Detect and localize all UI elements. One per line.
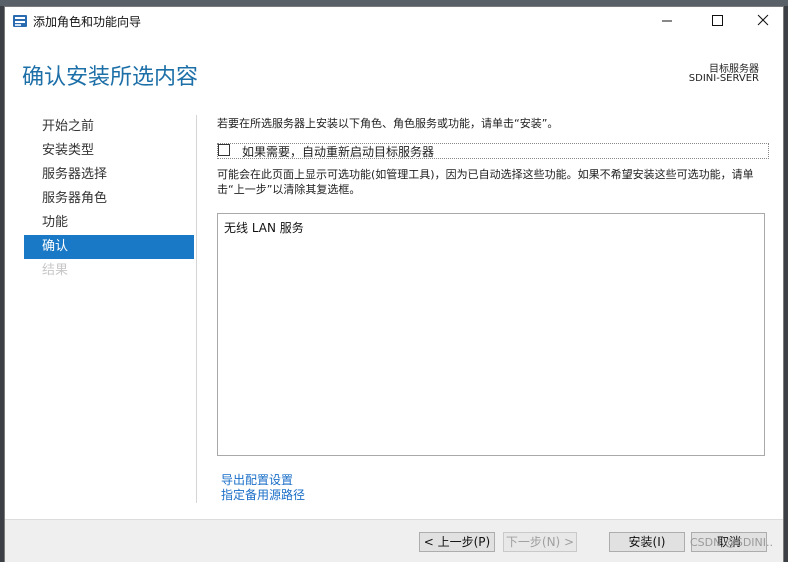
wizard-window: 添加角色和功能向导 确认安装所选内容 目标服务器 SDINI-SERVER 开始… [4,6,784,562]
install-button[interactable]: 安装(I) [609,532,685,552]
maximize-icon[interactable] [695,7,739,35]
selected-features-list[interactable]: 无线 LAN 服务 [217,213,765,456]
wizard-header: 确认安装所选内容 目标服务器 SDINI-SERVER [5,35,783,103]
list-item: 无线 LAN 服务 [224,221,304,235]
background-desktop-right [784,6,788,562]
alternate-source-link[interactable]: 指定备用源路径 [221,486,305,503]
wizard-nav: 开始之前 安装类型 服务器选择 服务器角色 功能 确认 结果 [24,115,194,283]
minimize-icon[interactable] [645,7,689,35]
nav-item-before-you-begin[interactable]: 开始之前 [24,115,194,139]
restart-checkbox[interactable] [218,144,230,156]
nav-item-server-selection[interactable]: 服务器选择 [24,163,194,187]
csdn-watermark: CSDN @SDINI.. [690,536,774,549]
nav-item-confirmation[interactable]: 确认 [24,235,194,259]
restart-checkbox-label[interactable]: 如果需要，自动重新启动目标服务器 [242,143,434,160]
nav-item-installation-type[interactable]: 安装类型 [24,139,194,163]
close-icon[interactable] [741,7,785,35]
nav-divider [196,115,197,503]
nav-item-results: 结果 [42,263,69,278]
target-server-name: SDINI-SERVER [688,73,759,84]
nav-item-features[interactable]: 功能 [24,211,194,235]
server-manager-icon [13,15,27,27]
next-button: 下一步(N) > [503,532,577,552]
previous-button[interactable]: < 上一步(P) [419,532,495,552]
restart-option-row[interactable]: 如果需要，自动重新启动目标服务器 [217,143,769,159]
intro-text: 若要在所选服务器上安装以下角色、角色服务或功能，请单击“安装”。 [217,117,559,130]
wizard-footer: < 上一步(P) 下一步(N) > 安装(I) 取消 [5,519,783,562]
nav-item-server-roles[interactable]: 服务器角色 [24,187,194,211]
title-bar[interactable]: 添加角色和功能向导 [5,7,783,35]
window-title: 添加角色和功能向导 [33,15,142,29]
page-title: 确认安装所选内容 [22,65,199,90]
optional-features-notice: 可能会在此页面上显示可选功能(如管理工具)，因为已自动选择这些功能。如果不希望安… [217,168,754,196]
